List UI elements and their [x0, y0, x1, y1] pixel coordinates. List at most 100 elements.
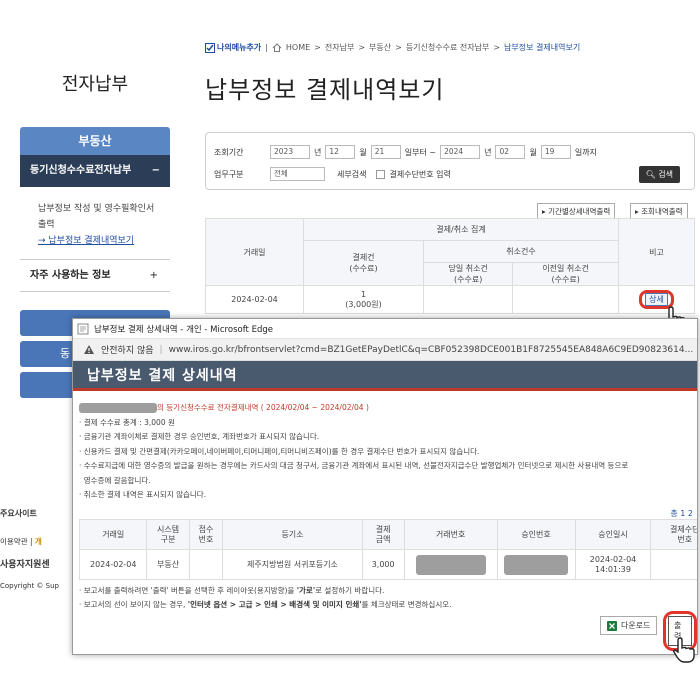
period-label: 조회기간: [214, 147, 244, 157]
note-line: 영수증에 갈음합니다.: [79, 475, 151, 485]
col-method-no: 결제수단 번호: [650, 519, 697, 550]
cell-date: 2024-02-04: [78, 549, 148, 580]
col-system: 시스템 구분: [146, 519, 190, 550]
add-my-menu-label: 나의메뉴추가: [217, 43, 262, 52]
col-pay: 결제건 (수수료): [303, 240, 424, 286]
from-month-select[interactable]: 12: [325, 145, 356, 159]
col-amount: 결제 금액: [361, 519, 405, 550]
type-select[interactable]: 전체: [270, 167, 325, 181]
footer-separator: |: [30, 537, 33, 546]
total-count: 총 1 2: [670, 509, 693, 518]
col-cancel: 취소건수: [423, 240, 619, 263]
col-transaction-no: 거래번호: [403, 519, 498, 550]
note-emphasis: '가로': [296, 586, 316, 595]
note-line: · 결제 수수료 총계 : 3,000 원: [79, 417, 175, 427]
cell-approval-no: [496, 549, 576, 580]
breadcrumb-home[interactable]: HOME: [286, 43, 310, 52]
footer-partial-link[interactable]: 개: [35, 537, 42, 546]
breadcrumb-e-payment[interactable]: 전자납부: [325, 42, 354, 53]
note-line: · 신용카드 결제 및 간편결제(카카오페이,네이버페이,티머니페이,티머니비즈…: [79, 446, 480, 456]
home-icon: [272, 43, 282, 52]
row-same-day: [422, 285, 514, 314]
cell-amount: 3,000: [361, 549, 405, 580]
footer-support-center: 사용자지원센: [0, 560, 50, 570]
expand-icon[interactable]: +: [150, 260, 158, 292]
sidebar: 부동산 등기신청수수료전자납부 − 납부정보 작성 및 영수필확인서 출력 → …: [20, 127, 170, 292]
cell-approval-time: 2024-02-04 14:01:39: [574, 549, 652, 580]
note-emphasis: '인터넷 옵션 > 고급 > 인쇄 > 배경색 및 이미지 인쇄': [187, 600, 362, 609]
redacted-transaction-no: [415, 554, 486, 575]
collapse-icon[interactable]: −: [152, 155, 160, 187]
redacted-approval-no: [504, 554, 569, 575]
method-number-checkbox[interactable]: [376, 169, 386, 179]
add-my-menu-button[interactable]: 나의메뉴추가: [205, 42, 261, 53]
table-row: 2024-02-04 부동산 제주지방법원 서귀포등기소 3,000 2024-…: [78, 549, 697, 580]
to-month-select[interactable]: 02: [495, 145, 526, 159]
page-icon: [77, 323, 89, 334]
month-unit: 월: [359, 147, 367, 157]
popup-notes: 의 등기신청수수료 전자결제내역 ( 2024/02/04 ~ 2024/02/…: [73, 391, 697, 503]
row-prev-day: [512, 285, 619, 314]
site-title: 전자납부: [61, 74, 129, 95]
breadcrumb-registration-fee[interactable]: 등기신청수수료 전자납부: [406, 42, 490, 53]
breadcrumb-real-estate[interactable]: 부동산: [369, 42, 391, 53]
sidebar-header[interactable]: 부동산: [20, 127, 170, 155]
download-label: 다운로드: [621, 621, 651, 630]
note-line: · 취소한 결제 내역은 표시되지 않습니다.: [79, 490, 207, 499]
pay-count: 1: [360, 289, 367, 299]
breadcrumb: 나의메뉴추가 | HOME > 전자납부 > 부동산 > 등기신청수수료 전자납부 > …: [205, 42, 580, 53]
cell-registry: 제주지방법원 서귀포등기소: [222, 549, 363, 580]
col-approval-time: 승인일시: [574, 519, 652, 550]
search-panel: 조회기간 2023 년 12 월 21 일부터 ~ 2024 년 02 월 19…: [205, 132, 695, 190]
col-prev-day: 이전일 취소건 (수수료): [512, 262, 619, 286]
footer-links: 이용약관 | 개: [0, 536, 72, 547]
detail-search-label: 세부검색: [337, 169, 367, 179]
not-secure-label[interactable]: 안전하지 않음: [101, 343, 154, 356]
redacted-name: [79, 403, 157, 413]
col-same-day: 당일 취소건 (수수료): [422, 262, 514, 286]
to-suffix: 일까지: [574, 147, 597, 157]
to-day-select[interactable]: 19: [540, 145, 571, 159]
hand-cursor-icon: [673, 637, 695, 663]
address-separator: |: [159, 344, 163, 355]
sidebar-item-payment-history[interactable]: → 납부정보 결제내역보기: [38, 233, 170, 249]
address-bar[interactable]: 안전하지 않음 | www.iros.go.kr/bfrontservlet?c…: [73, 339, 697, 361]
checkbox-icon: [205, 42, 215, 53]
sidebar-section[interactable]: 등기신청수수료전자납부 −: [20, 155, 170, 187]
year-unit: 년: [314, 147, 322, 157]
col-note: 비고: [618, 218, 695, 286]
summary-line: 의 등기신청수수료 전자결제내역 ( 2024/02/04 ~ 2024/02/…: [79, 401, 697, 416]
sidebar-item-write-payment[interactable]: 납부정보 작성 및 영수필확인서 출력: [38, 201, 158, 233]
col-approval-no: 승인번호: [496, 519, 576, 550]
search-icon: 🔍︎: [645, 170, 656, 179]
row-date: 2024-02-04: [205, 285, 304, 314]
sidebar-item-favorites[interactable]: 자주 사용하는 정보 +: [20, 260, 170, 292]
method-number-label: 결제수단번호 입력: [389, 169, 451, 179]
to-year-select[interactable]: 2024: [440, 145, 481, 159]
download-button[interactable]: 다운로드: [600, 616, 658, 635]
payment-summary-table: 거래일 결제/취소 집계 비고 결제건 (수수료) 취소건수 당일 취소건 (수…: [205, 218, 695, 314]
note-text: · 보고서를 출력하려면 '출력' 버튼을 선택한 후 레이아웃(용지방향)을: [79, 586, 297, 595]
col-group: 결제/취소 집계: [303, 218, 619, 241]
pay-fee: (3,000원): [345, 299, 382, 309]
search-button-label: 검색: [658, 170, 673, 179]
footer-copyright: Copyright © Sup: [0, 582, 59, 590]
search-button[interactable]: 🔍︎ 검색: [638, 166, 680, 183]
footer-terms-link[interactable]: 이용약관: [0, 537, 28, 546]
sidebar-section-label: 등기신청수수료전자납부: [30, 165, 132, 176]
window-title-bar: 납부정보 결제 상세내역 - 개인 - Microsoft Edge: [73, 319, 697, 339]
from-year-select[interactable]: 2023: [270, 145, 310, 159]
col-date: 거래일: [205, 218, 304, 286]
col-receipt-no: 접수 번호: [188, 519, 224, 550]
sidebar-links: 납부정보 작성 및 영수필확인서 출력 → 납부정보 결제내역보기: [20, 187, 170, 260]
window-title: 납부정보 결제 상세내역 - 개인 - Microsoft Edge: [94, 324, 273, 335]
url-text[interactable]: www.iros.go.kr/bfrontservlet?cmd=BZ1GetE…: [169, 345, 694, 355]
favorites-label: 자주 사용하는 정보: [30, 270, 111, 281]
row-pay: 1 (3,000원): [303, 285, 424, 314]
type-row: 업무구분 전체 세부검색 결제수단번호 입력: [214, 165, 686, 183]
print-lines-note: · 보고서의 선이 보이지 않는 경우, '인터넷 옵션 > 고급 > 인쇄 >…: [79, 598, 452, 612]
bottom-notes: · 보고서를 출력하려면 '출력' 버튼을 선택한 후 레이아웃(용지방향)을 …: [79, 584, 452, 612]
table-row: 2024-02-04 1 (3,000원) 상세: [205, 285, 695, 314]
from-day-select[interactable]: 21: [370, 145, 401, 159]
note-text: 로 설정하기 바랍니다.: [315, 586, 385, 595]
